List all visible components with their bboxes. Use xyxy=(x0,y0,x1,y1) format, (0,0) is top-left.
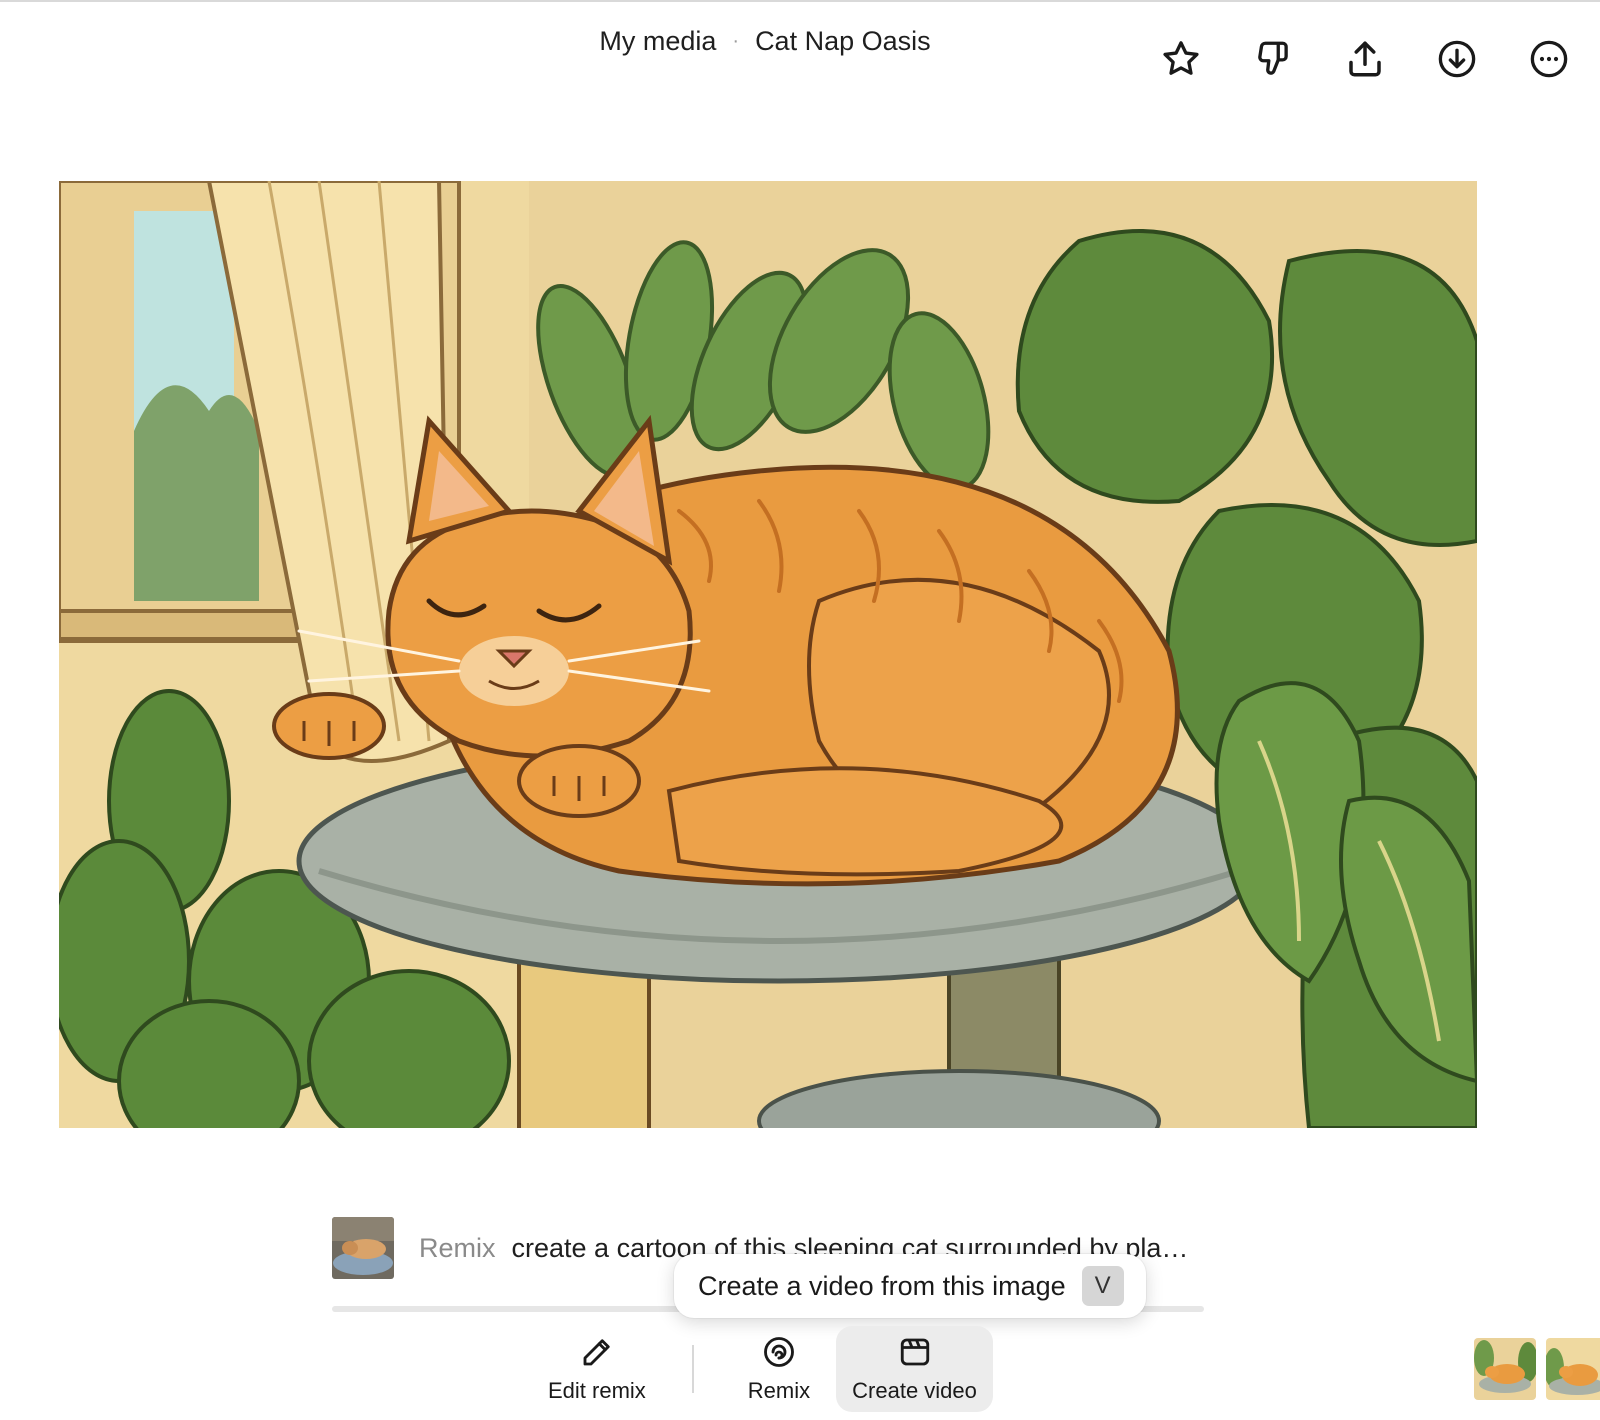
header-actions xyxy=(1160,38,1570,80)
cat-thumbnail-image xyxy=(1546,1338,1600,1400)
keyboard-shortcut-badge: V xyxy=(1081,1266,1124,1306)
filmstrip xyxy=(1474,1338,1600,1400)
download-icon xyxy=(1438,40,1476,78)
more-options-button[interactable] xyxy=(1528,38,1570,80)
breadcrumb-my-media[interactable]: My media xyxy=(599,26,716,57)
sleeping-cat-illustration xyxy=(59,181,1477,1128)
bottom-toolbar: Edit remix Remix Create video xyxy=(532,1326,993,1412)
create-video-tooltip: Create a video from this image V xyxy=(674,1254,1146,1318)
tooltip-text: Create a video from this image xyxy=(698,1270,1066,1301)
share-button[interactable] xyxy=(1344,38,1386,80)
top-border xyxy=(0,0,1600,2)
remix-label: Remix xyxy=(747,1378,811,1403)
source-image-thumbnail[interactable] xyxy=(332,1217,394,1279)
thumbs-down-icon xyxy=(1258,41,1288,75)
edit-remix-label: Edit remix xyxy=(548,1378,646,1403)
generated-image[interactable] xyxy=(59,181,1477,1128)
remix-button[interactable]: Remix xyxy=(732,1326,826,1412)
share-icon xyxy=(1349,41,1381,77)
download-button[interactable] xyxy=(1436,38,1478,80)
filmstrip-thumbnail[interactable] xyxy=(1474,1338,1536,1400)
breadcrumb-separator: · xyxy=(732,30,740,52)
dislike-button[interactable] xyxy=(1252,38,1294,80)
page-title: Cat Nap Oasis xyxy=(755,26,931,56)
create-video-button[interactable]: Create video xyxy=(836,1326,993,1412)
remix-swirl-icon xyxy=(764,1337,794,1367)
create-video-label: Create video xyxy=(852,1378,977,1403)
filmstrip-thumbnail[interactable] xyxy=(1546,1338,1600,1400)
edit-remix-button[interactable]: Edit remix xyxy=(532,1326,662,1412)
pencil-icon xyxy=(583,1339,610,1366)
more-icon xyxy=(1530,40,1568,78)
clapperboard-icon xyxy=(900,1338,929,1366)
toolbar-divider xyxy=(691,1345,694,1393)
remix-tag: Remix xyxy=(419,1232,496,1263)
star-icon xyxy=(1163,41,1199,75)
cat-thumbnail-image xyxy=(332,1217,394,1279)
favorite-button[interactable] xyxy=(1160,38,1202,80)
cat-thumbnail-image xyxy=(1474,1338,1536,1400)
